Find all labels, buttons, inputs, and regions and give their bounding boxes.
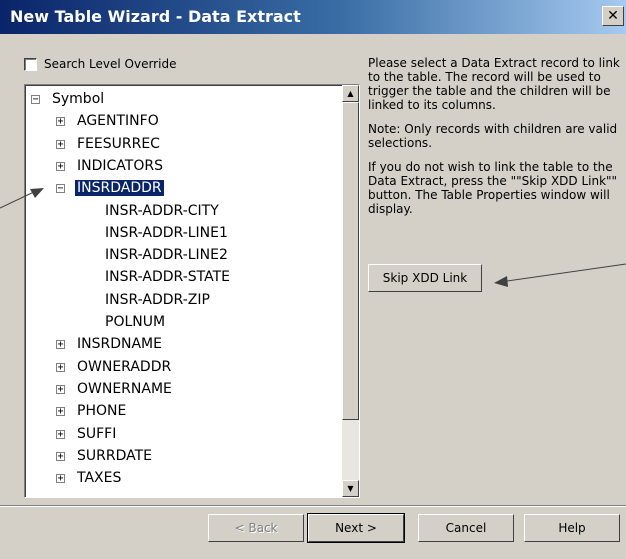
tree-node-label[interactable]: OWNERNAME <box>75 381 174 397</box>
tree-node-label[interactable]: INSR-ADDR-CITY <box>103 203 221 219</box>
plus-icon[interactable]: + <box>56 451 65 461</box>
tree-node[interactable]: − INSRDADDR <box>56 178 165 198</box>
tree-node[interactable]: + FEESURREC <box>56 134 162 154</box>
plus-icon[interactable]: + <box>56 362 65 372</box>
tree-node-label[interactable]: SUFFI <box>75 426 118 442</box>
help-paragraph-3: If you do not wish to link the table to … <box>368 160 618 216</box>
search-level-override-label[interactable]: Search Level Override <box>44 57 176 71</box>
tree-node[interactable]: + SUFFI <box>56 424 118 444</box>
plus-icon[interactable]: + <box>56 339 65 349</box>
tree-node-label[interactable]: OWNERADDR <box>75 359 173 375</box>
search-level-override-checkbox[interactable] <box>24 57 37 71</box>
tree-node[interactable]: + AGENTINFO <box>56 111 161 131</box>
plus-icon[interactable]: + <box>56 429 65 439</box>
tree-leaf-item[interactable]: INSR-ADDR-LINE1 <box>103 223 230 243</box>
button-separator <box>0 505 626 507</box>
search-level-override-row[interactable]: Search Level Override <box>24 56 176 72</box>
tree-leaf-item[interactable]: INSR-ADDR-ZIP <box>103 290 212 310</box>
annotation-arrow-icon <box>494 263 626 287</box>
next-button[interactable]: Next > <box>307 513 405 543</box>
tree-leaf-item[interactable]: POLNUM <box>103 312 167 332</box>
tree-node-root[interactable]: − Symbol <box>31 89 106 109</box>
minus-icon[interactable]: − <box>56 183 65 193</box>
plus-icon[interactable]: + <box>56 139 65 149</box>
tree-node-label[interactable]: FEESURREC <box>75 136 162 152</box>
plus-icon[interactable]: + <box>56 116 65 126</box>
plus-icon[interactable]: + <box>56 406 65 416</box>
tree-node-label[interactable]: INSRDADDR <box>74 179 165 197</box>
tree-node[interactable]: + INSRDNAME <box>56 334 164 354</box>
tree-node[interactable]: + OWNERNAME <box>56 379 174 399</box>
tree-node-label[interactable]: Symbol <box>50 91 106 107</box>
minus-icon[interactable]: − <box>31 94 40 104</box>
tree-node-label[interactable]: INSR-ADDR-ZIP <box>103 292 212 308</box>
tree-node-label[interactable]: AGENTINFO <box>75 113 161 129</box>
plus-icon[interactable]: + <box>56 384 65 394</box>
tree-scrollbar[interactable]: ▲ ▼ <box>342 85 359 497</box>
scroll-down-icon[interactable]: ▼ <box>342 480 359 497</box>
cancel-button[interactable]: Cancel <box>418 514 514 542</box>
help-paragraph-2: Note: Only records with children are val… <box>368 122 618 150</box>
tree-node[interactable]: + TAXES <box>56 468 123 488</box>
back-button[interactable]: < Back <box>208 514 304 542</box>
close-icon[interactable]: ✕ <box>602 6 624 26</box>
tree-node-label[interactable]: POLNUM <box>103 314 167 330</box>
skip-xdd-link-button[interactable]: Skip XDD Link <box>368 264 482 292</box>
tree-leaf-item[interactable]: INSR-ADDR-LINE2 <box>103 245 230 265</box>
plus-icon[interactable]: + <box>56 473 65 483</box>
tree-leaf-item[interactable]: INSR-ADDR-CITY <box>103 201 221 221</box>
help-text: Please select a Data Extract record to l… <box>368 56 622 226</box>
tree-node-label[interactable]: INSR-ADDR-STATE <box>103 269 232 285</box>
scroll-thumb[interactable] <box>342 102 359 420</box>
tree-node[interactable]: + SURRDATE <box>56 446 154 466</box>
tree-node-label[interactable]: INDICATORS <box>75 158 165 174</box>
tree-node-label[interactable]: PHONE <box>75 403 128 419</box>
tree-node-label[interactable]: SURRDATE <box>75 448 154 464</box>
title-bar[interactable]: New Table Wizard - Data Extract ✕ <box>0 0 626 34</box>
record-tree[interactable]: − Symbol + AGENTINFO + FEESURREC + INDICATORS… <box>24 84 360 498</box>
help-paragraph-1: Please select a Data Extract record to l… <box>368 56 620 112</box>
scroll-up-icon[interactable]: ▲ <box>342 85 359 102</box>
tree-leaf-item[interactable]: INSR-ADDR-STATE <box>103 267 232 287</box>
tree-node[interactable]: + PHONE <box>56 401 128 421</box>
tree-node-label[interactable]: INSR-ADDR-LINE1 <box>103 225 230 241</box>
tree-node[interactable]: + INDICATORS <box>56 156 165 176</box>
tree-node[interactable]: + OWNERADDR <box>56 357 173 377</box>
tree-node-label[interactable]: INSRDNAME <box>75 336 164 352</box>
help-button[interactable]: Help <box>524 514 620 542</box>
wizard-window: New Table Wizard - Data Extract ✕ Search… <box>0 0 626 559</box>
window-title: New Table Wizard - Data Extract <box>10 7 301 26</box>
tree-node-label[interactable]: INSR-ADDR-LINE2 <box>103 247 230 263</box>
plus-icon[interactable]: + <box>56 161 65 171</box>
tree-node-label[interactable]: TAXES <box>75 470 123 486</box>
